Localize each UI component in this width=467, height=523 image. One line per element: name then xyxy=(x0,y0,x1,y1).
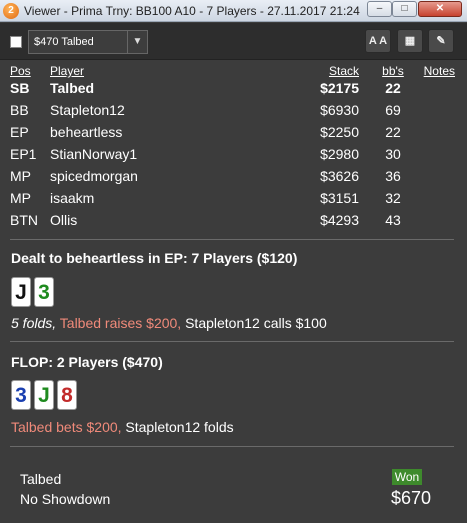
table-row: MP spicedmorgan $3626 36 xyxy=(10,168,460,190)
row-pos: BTN xyxy=(10,212,38,228)
row-player: beheartless xyxy=(50,124,123,140)
row-bbs: 22 xyxy=(385,124,401,140)
row-stack: $2250 xyxy=(320,124,359,140)
card: 3 xyxy=(34,277,54,307)
row-bbs: 30 xyxy=(385,146,401,162)
board-cards: 3 J 8 xyxy=(11,380,77,410)
row-player: isaakm xyxy=(50,190,95,206)
maximize-button[interactable]: □ xyxy=(392,1,417,17)
window-title: Viewer - Prima Trny: BB100 A10 - 7 Playe… xyxy=(24,4,360,18)
table-row: EP beheartless $2250 22 xyxy=(10,124,460,146)
hole-cards: J 3 xyxy=(11,277,54,307)
row-pos: MP xyxy=(10,168,31,184)
row-pos: SB xyxy=(10,80,30,96)
header-pos[interactable]: Pos xyxy=(10,64,31,78)
divider xyxy=(10,341,454,342)
winner-name: Talbed xyxy=(20,471,62,487)
card: 8 xyxy=(57,380,77,410)
opponent-action: Stapleton12 calls $100 xyxy=(185,315,327,331)
font-size-button[interactable]: A A xyxy=(365,29,391,53)
hand-select-value: $470 Talbed xyxy=(34,36,94,48)
card: J xyxy=(11,277,31,307)
row-stack: $6930 xyxy=(320,102,359,118)
won-amount: $670 xyxy=(391,488,432,508)
select-checkbox[interactable] xyxy=(10,36,22,48)
edit-icon[interactable]: ✎ xyxy=(428,29,454,53)
card: J xyxy=(34,380,54,410)
flop-title: FLOP: 2 Players ($470) xyxy=(11,354,163,370)
hero-action: Talbed bets $200, xyxy=(11,419,122,435)
row-stack: $4293 xyxy=(320,212,359,228)
preflop-title: Dealt to beheartless in EP: 7 Players ($… xyxy=(11,250,298,266)
preflop-actions: 5 folds, Talbed raises $200, Stapleton12… xyxy=(11,315,327,331)
header-stack[interactable]: Stack xyxy=(329,64,359,78)
hand-select-dropdown[interactable]: $470 Talbed ▼ xyxy=(28,30,148,54)
row-player: spicedmorgan xyxy=(50,168,138,184)
title-bar: 2 Viewer - Prima Trny: BB100 A10 - 7 Pla… xyxy=(0,0,467,22)
table-row: MP isaakm $3151 32 xyxy=(10,190,460,212)
header-notes[interactable]: Notes xyxy=(424,64,455,78)
minimize-button[interactable]: – xyxy=(367,1,392,17)
grid-icon[interactable]: ▦ xyxy=(397,29,423,53)
row-pos: MP xyxy=(10,190,31,206)
flop-actions: Talbed bets $200, Stapleton12 folds xyxy=(11,419,234,435)
row-player: Ollis xyxy=(50,212,78,228)
header-player[interactable]: Player xyxy=(50,64,84,78)
hero-action: Talbed raises $200, xyxy=(59,315,182,331)
row-stack: $3626 xyxy=(320,168,359,184)
row-player: Stapleton12 xyxy=(50,102,125,118)
toolbar: $470 Talbed ▼ A A ▦ ✎ xyxy=(0,23,467,60)
app-icon: 2 xyxy=(3,3,19,19)
table-row: BB Stapleton12 $6930 69 xyxy=(10,102,460,124)
row-player: Talbed xyxy=(50,80,95,96)
chevron-down-icon[interactable]: ▼ xyxy=(127,31,147,53)
row-stack: $2980 xyxy=(320,146,359,162)
row-stack: $3151 xyxy=(320,190,359,206)
showdown-status: No Showdown xyxy=(20,491,111,507)
opponent-action: Stapleton12 folds xyxy=(125,419,234,435)
table-header: Pos Player Stack bb's Notes xyxy=(10,64,460,80)
row-bbs: 43 xyxy=(385,212,401,228)
close-button[interactable]: ✕ xyxy=(418,1,462,17)
row-stack: $2175 xyxy=(320,80,359,96)
table-row: BTN Ollis $4293 43 xyxy=(10,212,460,234)
row-bbs: 22 xyxy=(385,80,401,96)
row-pos: EP1 xyxy=(10,146,37,162)
row-bbs: 36 xyxy=(385,168,401,184)
won-badge: Won xyxy=(392,469,422,485)
row-pos: EP xyxy=(10,124,29,140)
row-bbs: 69 xyxy=(385,102,401,118)
fold-action: 5 folds, xyxy=(11,315,57,331)
header-bbs[interactable]: bb's xyxy=(376,64,410,78)
card: 3 xyxy=(11,380,31,410)
row-player: StianNorway1 xyxy=(50,146,138,162)
table-row: SB Talbed $2175 22 xyxy=(10,80,460,102)
table-row: EP1 StianNorway1 $2980 30 xyxy=(10,146,460,168)
divider xyxy=(10,239,454,240)
row-bbs: 32 xyxy=(385,190,401,206)
divider xyxy=(10,446,454,447)
row-pos: BB xyxy=(10,102,29,118)
players-table: Pos Player Stack bb's Notes SB Talbed $2… xyxy=(10,64,460,234)
